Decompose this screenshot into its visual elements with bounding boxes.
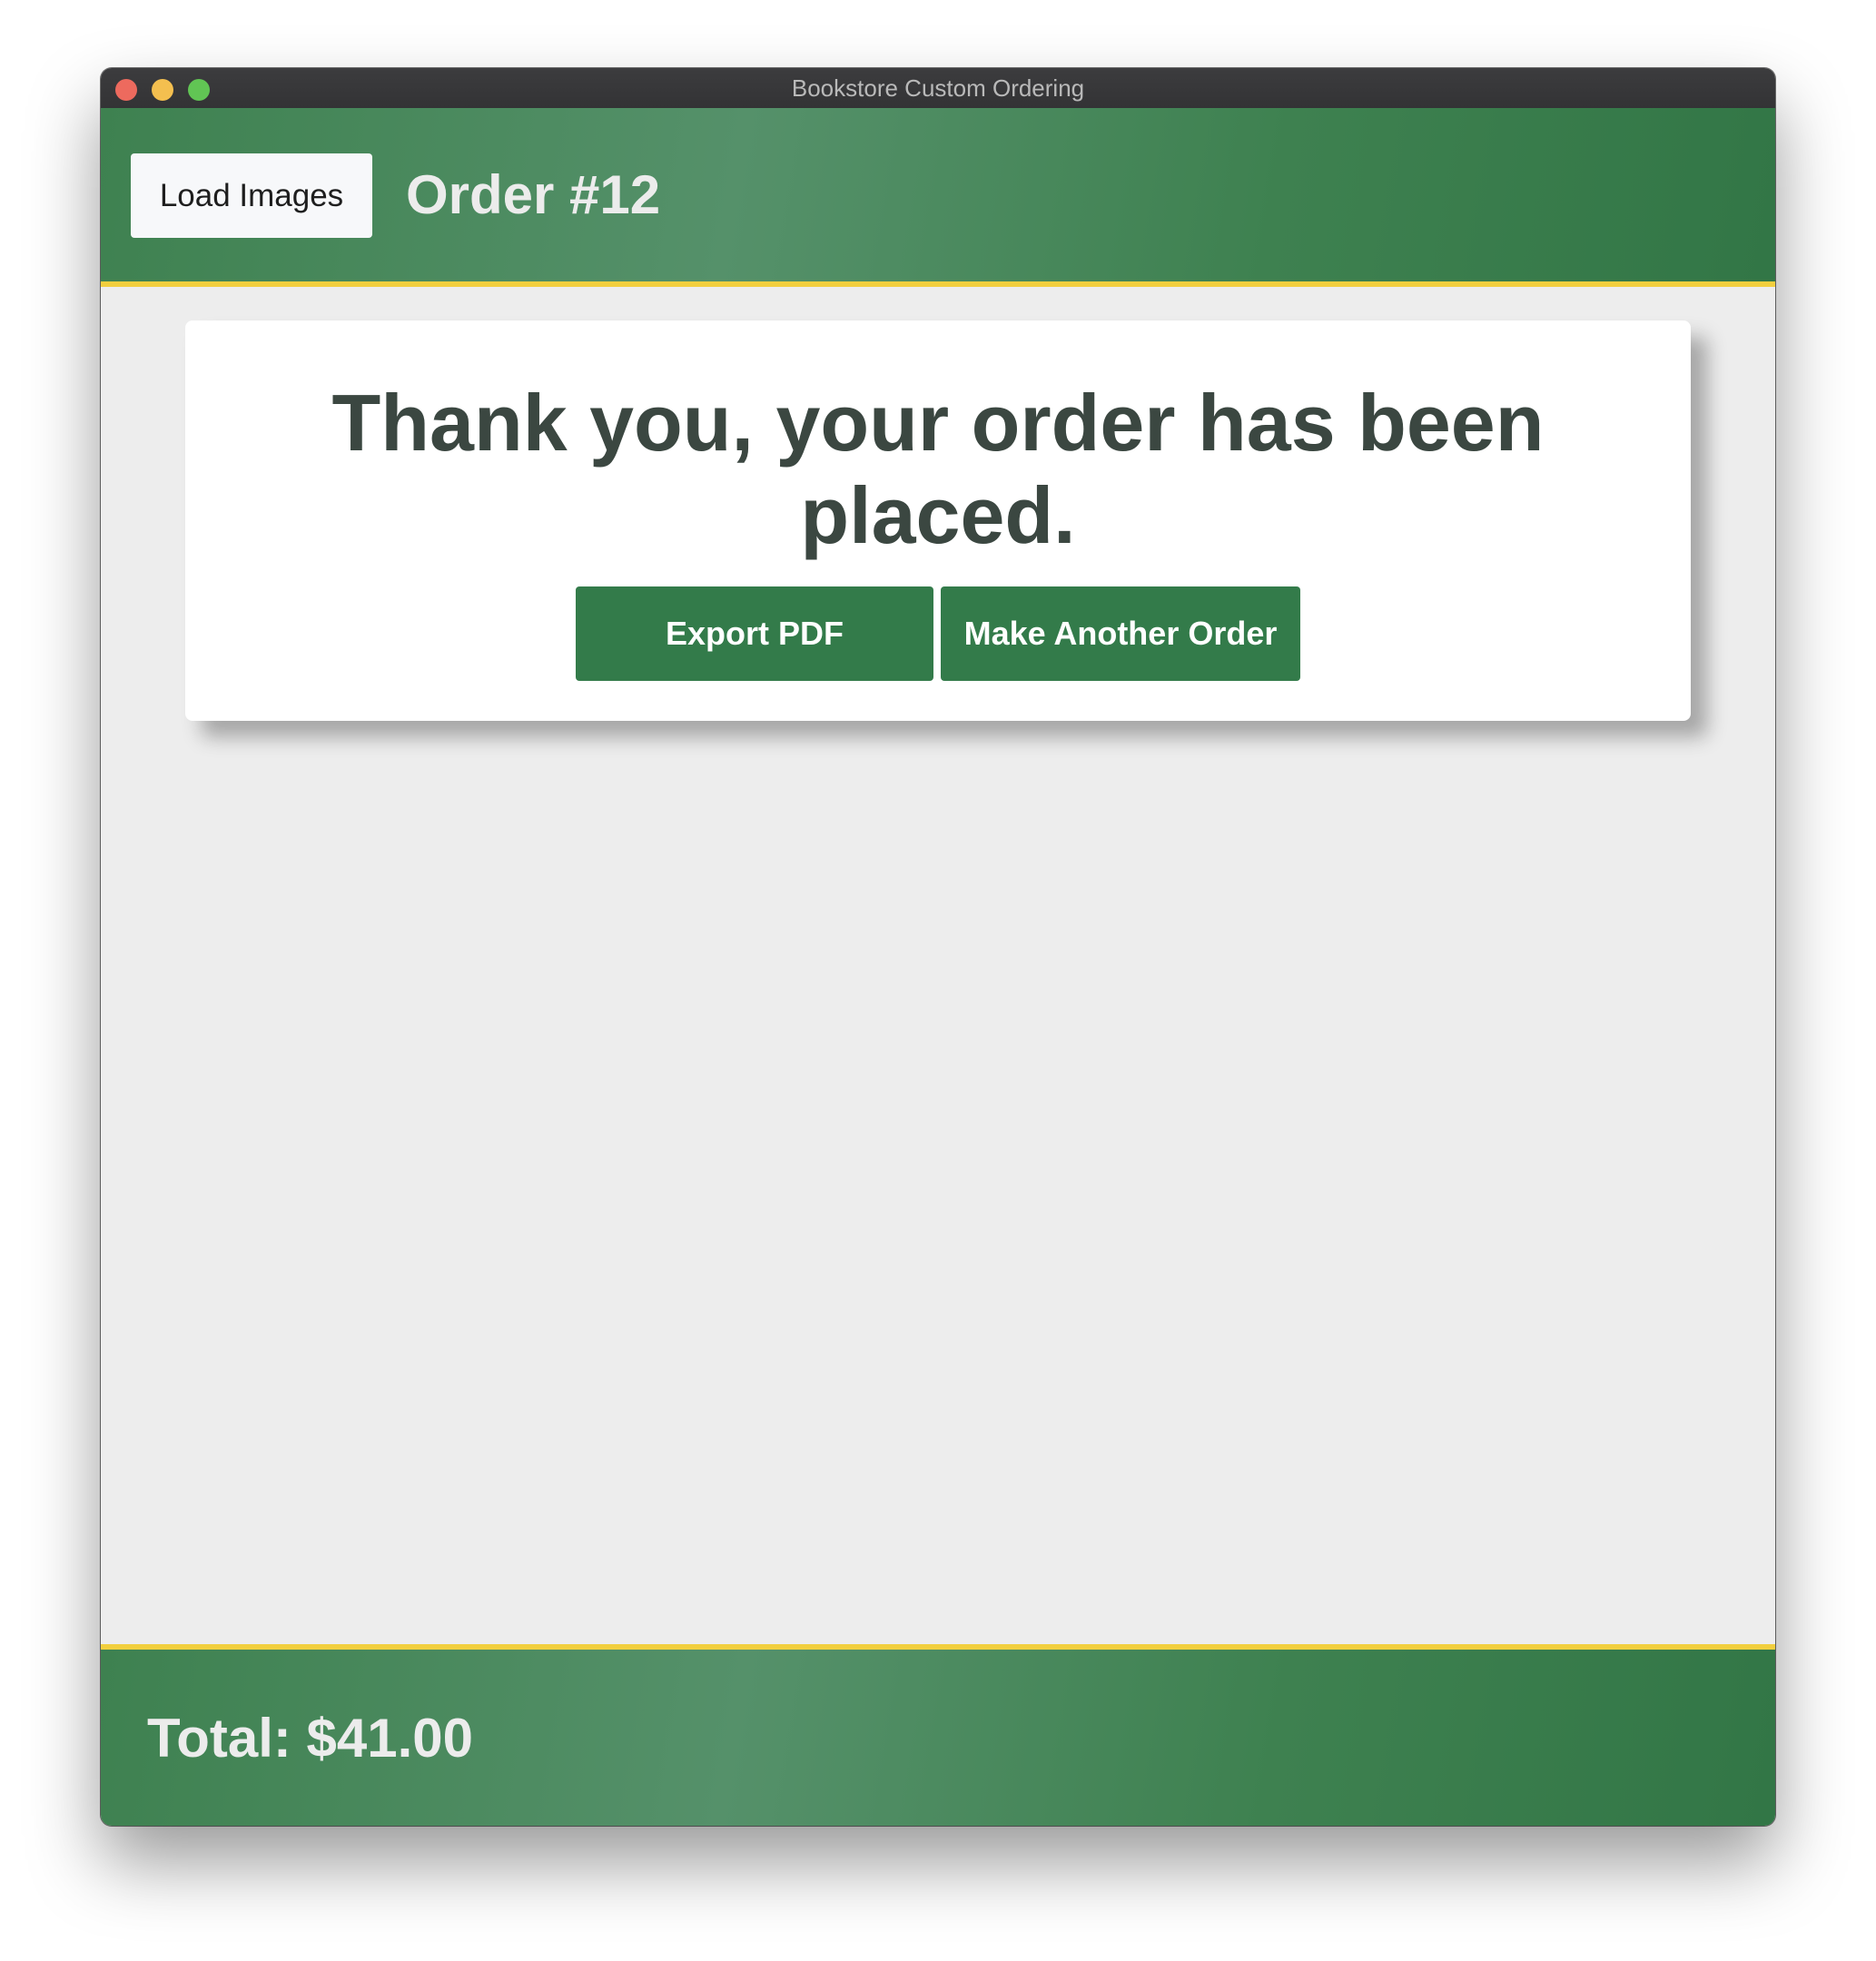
make-another-order-button[interactable]: Make Another Order xyxy=(941,586,1300,681)
load-images-button[interactable]: Load Images xyxy=(131,153,372,238)
export-pdf-button[interactable]: Export PDF xyxy=(576,586,933,681)
confirmation-card: Thank you, your order has been placed. E… xyxy=(185,320,1691,721)
window-title: Bookstore Custom Ordering xyxy=(791,74,1085,102)
order-title: Order #12 xyxy=(406,164,661,225)
footer-bar: Total: $41.00 xyxy=(101,1644,1775,1826)
title-bar[interactable]: Bookstore Custom Ordering xyxy=(101,68,1775,109)
confirmation-actions: Export PDF Make Another Order xyxy=(185,586,1691,681)
header-bar: Load Images Order #12 xyxy=(101,108,1775,287)
order-total: Total: $41.00 xyxy=(147,1708,474,1769)
confirmation-message: Thank you, your order has been placed. xyxy=(331,378,1545,560)
main-content: Thank you, your order has been placed. E… xyxy=(101,287,1775,1644)
app-window: Bookstore Custom Ordering Load Images Or… xyxy=(101,68,1775,1826)
